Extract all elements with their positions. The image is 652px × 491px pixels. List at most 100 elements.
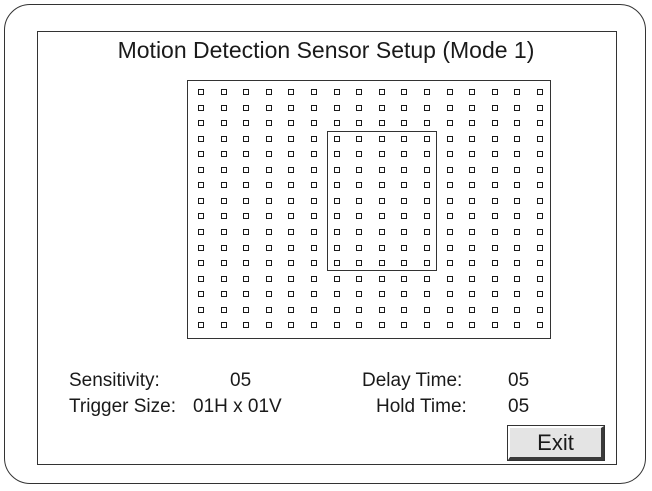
grid-cell[interactable] — [446, 104, 453, 111]
grid-cell[interactable] — [333, 213, 340, 220]
grid-cell[interactable] — [401, 322, 408, 329]
grid-cell[interactable] — [243, 104, 250, 111]
grid-cell[interactable] — [378, 275, 385, 282]
grid-cell[interactable] — [243, 120, 250, 127]
grid-cell[interactable] — [537, 306, 543, 313]
grid-cell[interactable] — [243, 89, 250, 95]
grid-cell[interactable] — [265, 291, 272, 298]
grid-cell[interactable] — [378, 228, 385, 235]
detection-grid[interactable] — [187, 80, 551, 339]
grid-cell[interactable] — [378, 291, 385, 298]
grid-cell[interactable] — [469, 275, 476, 282]
grid-cell[interactable] — [220, 260, 227, 267]
grid-cell[interactable] — [333, 135, 340, 142]
grid-cell[interactable] — [265, 151, 272, 158]
grid-cell[interactable] — [491, 104, 498, 111]
grid-cell[interactable] — [424, 291, 430, 298]
grid-cell[interactable] — [378, 151, 385, 158]
grid-cell[interactable] — [220, 213, 227, 220]
grid-cell[interactable] — [220, 306, 227, 313]
grid-cell[interactable] — [469, 197, 476, 204]
grid-cell[interactable] — [333, 182, 340, 189]
grid-cell[interactable] — [424, 244, 430, 251]
grid-cell[interactable] — [469, 104, 476, 111]
grid-cell[interactable] — [401, 166, 408, 173]
grid-cell[interactable] — [446, 135, 453, 142]
grid-cell[interactable] — [424, 213, 430, 220]
grid-cell[interactable] — [243, 197, 250, 204]
grid-cell[interactable] — [198, 104, 204, 111]
grid-cell[interactable] — [265, 244, 272, 251]
grid-cell[interactable] — [401, 228, 408, 235]
grid-cell[interactable] — [288, 275, 295, 282]
grid-cell[interactable] — [356, 306, 363, 313]
grid-cell[interactable] — [198, 275, 204, 282]
grid-cell[interactable] — [491, 228, 498, 235]
grid-cell[interactable] — [220, 197, 227, 204]
grid-cell[interactable] — [198, 135, 204, 142]
grid-cell[interactable] — [491, 197, 498, 204]
grid-cell[interactable] — [378, 260, 385, 267]
grid-cell[interactable] — [198, 197, 204, 204]
grid-cell[interactable] — [288, 104, 295, 111]
grid-cell[interactable] — [356, 260, 363, 267]
grid-cell[interactable] — [491, 260, 498, 267]
grid-cell[interactable] — [537, 104, 543, 111]
grid-cell[interactable] — [243, 291, 250, 298]
grid-cell[interactable] — [311, 228, 317, 235]
grid-cell[interactable] — [537, 291, 543, 298]
grid-cell[interactable] — [491, 89, 498, 95]
grid-cell[interactable] — [378, 244, 385, 251]
grid-cell[interactable] — [378, 182, 385, 189]
grid-cell[interactable] — [243, 275, 250, 282]
grid-cell[interactable] — [514, 260, 521, 267]
grid-cell[interactable] — [220, 182, 227, 189]
grid-cell[interactable] — [469, 228, 476, 235]
grid-cell[interactable] — [311, 322, 317, 329]
grid-cell[interactable] — [198, 120, 204, 127]
grid-cell[interactable] — [288, 166, 295, 173]
grid-cell[interactable] — [288, 228, 295, 235]
grid-cell[interactable] — [469, 89, 476, 95]
grid-cell[interactable] — [424, 306, 430, 313]
grid-cell[interactable] — [537, 260, 543, 267]
grid-cell[interactable] — [491, 166, 498, 173]
grid-cell[interactable] — [424, 275, 430, 282]
grid-cell[interactable] — [446, 291, 453, 298]
grid-cell[interactable] — [514, 197, 521, 204]
grid-cell[interactable] — [356, 166, 363, 173]
grid-cell[interactable] — [469, 166, 476, 173]
grid-cell[interactable] — [243, 244, 250, 251]
grid-cell[interactable] — [288, 213, 295, 220]
grid-cell[interactable] — [401, 89, 408, 95]
grid-cell[interactable] — [514, 182, 521, 189]
grid-cell[interactable] — [265, 306, 272, 313]
grid-cell[interactable] — [537, 275, 543, 282]
grid-cell[interactable] — [288, 244, 295, 251]
grid-cell[interactable] — [220, 151, 227, 158]
grid-cell[interactable] — [514, 213, 521, 220]
grid-cell[interactable] — [401, 182, 408, 189]
grid-cell[interactable] — [446, 260, 453, 267]
grid-cell[interactable] — [311, 306, 317, 313]
grid-cell[interactable] — [198, 291, 204, 298]
grid-cell[interactable] — [424, 104, 430, 111]
grid-cell[interactable] — [514, 166, 521, 173]
grid-cell[interactable] — [378, 322, 385, 329]
grid-cell[interactable] — [424, 228, 430, 235]
grid-cell[interactable] — [537, 151, 543, 158]
grid-cell[interactable] — [311, 104, 317, 111]
grid-cell[interactable] — [333, 120, 340, 127]
grid-cell[interactable] — [311, 275, 317, 282]
grid-cell[interactable] — [446, 244, 453, 251]
grid-cell[interactable] — [446, 275, 453, 282]
grid-cell[interactable] — [424, 120, 430, 127]
grid-cell[interactable] — [514, 306, 521, 313]
grid-cell[interactable] — [537, 244, 543, 251]
grid-cell[interactable] — [311, 151, 317, 158]
grid-cell[interactable] — [243, 135, 250, 142]
grid-cell[interactable] — [378, 197, 385, 204]
grid-cell[interactable] — [514, 151, 521, 158]
grid-cell[interactable] — [424, 135, 430, 142]
grid-cell[interactable] — [265, 197, 272, 204]
